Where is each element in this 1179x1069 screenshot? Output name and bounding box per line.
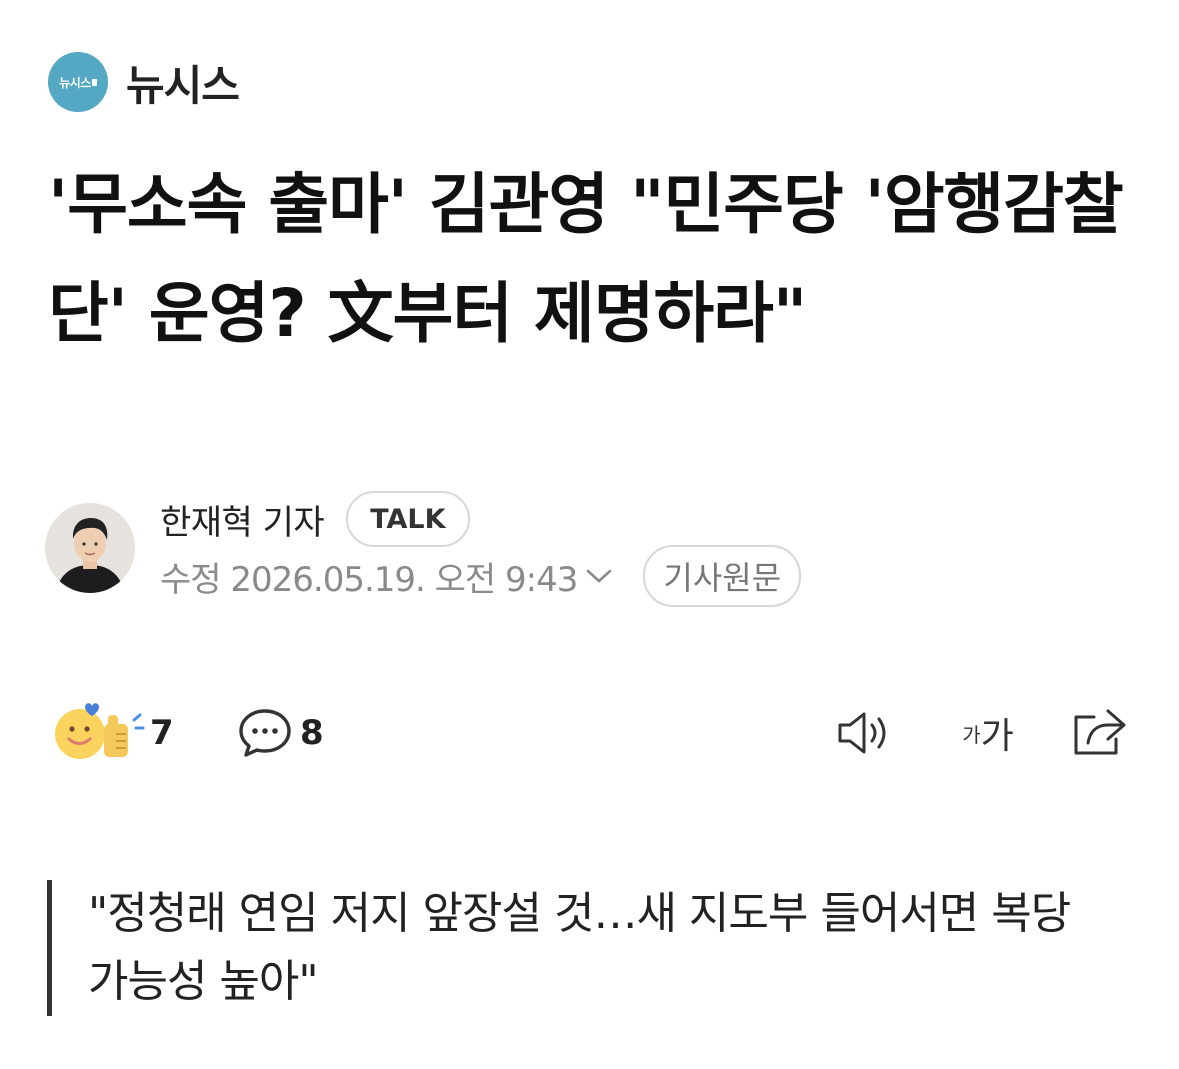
font-small-label: 가 — [962, 722, 981, 747]
publisher-logo-text: 뉴시스 — [59, 75, 91, 90]
smile-thumbs-up-icon — [55, 703, 145, 759]
comment-button[interactable]: 8 — [236, 698, 324, 768]
modified-date[interactable]: 수정 2026.05.19. 오전 9:43 — [160, 552, 578, 601]
publisher-logo[interactable]: 뉴시스 — [48, 52, 108, 112]
reporter-line: 한재혁 기자 TALK — [160, 490, 470, 548]
reaction-count: 7 — [150, 713, 174, 753]
action-bar: 7 8 가가 — [50, 698, 1140, 768]
chevron-down-icon[interactable] — [585, 566, 613, 586]
speaker-icon — [838, 712, 886, 754]
talk-button[interactable]: TALK — [346, 491, 470, 547]
original-article-button[interactable]: 기사원문 — [643, 545, 802, 607]
publisher-header[interactable]: 뉴시스 뉴시스 — [48, 52, 240, 113]
publisher-name[interactable]: 뉴시스 — [126, 52, 240, 113]
reaction-button[interactable]: 7 — [50, 698, 174, 768]
reporter-name[interactable]: 한재혁 기자 — [160, 495, 325, 544]
logo-square-icon — [91, 78, 97, 86]
article-subheadline: "정청래 연임 저지 앞장설 것…새 지도부 들어서면 복당 가능성 높아" — [47, 880, 1107, 1016]
reporter-avatar[interactable] — [45, 503, 135, 593]
font-size-button[interactable]: 가가 — [953, 706, 1023, 760]
audio-button[interactable] — [833, 706, 895, 760]
share-icon — [1074, 709, 1126, 755]
reporter-photo-icon — [45, 503, 135, 593]
share-button[interactable] — [1068, 706, 1130, 760]
comment-count: 8 — [300, 713, 324, 753]
font-large-label: 가 — [980, 716, 1014, 757]
date-line: 수정 2026.05.19. 오전 9:43 기사원문 — [160, 545, 802, 607]
article-headline: '무소속 출마' 김관영 "민주당 '암행감찰단' 운영? 文부터 제명하라" — [48, 166, 1124, 352]
speech-bubble-icon — [239, 709, 291, 757]
